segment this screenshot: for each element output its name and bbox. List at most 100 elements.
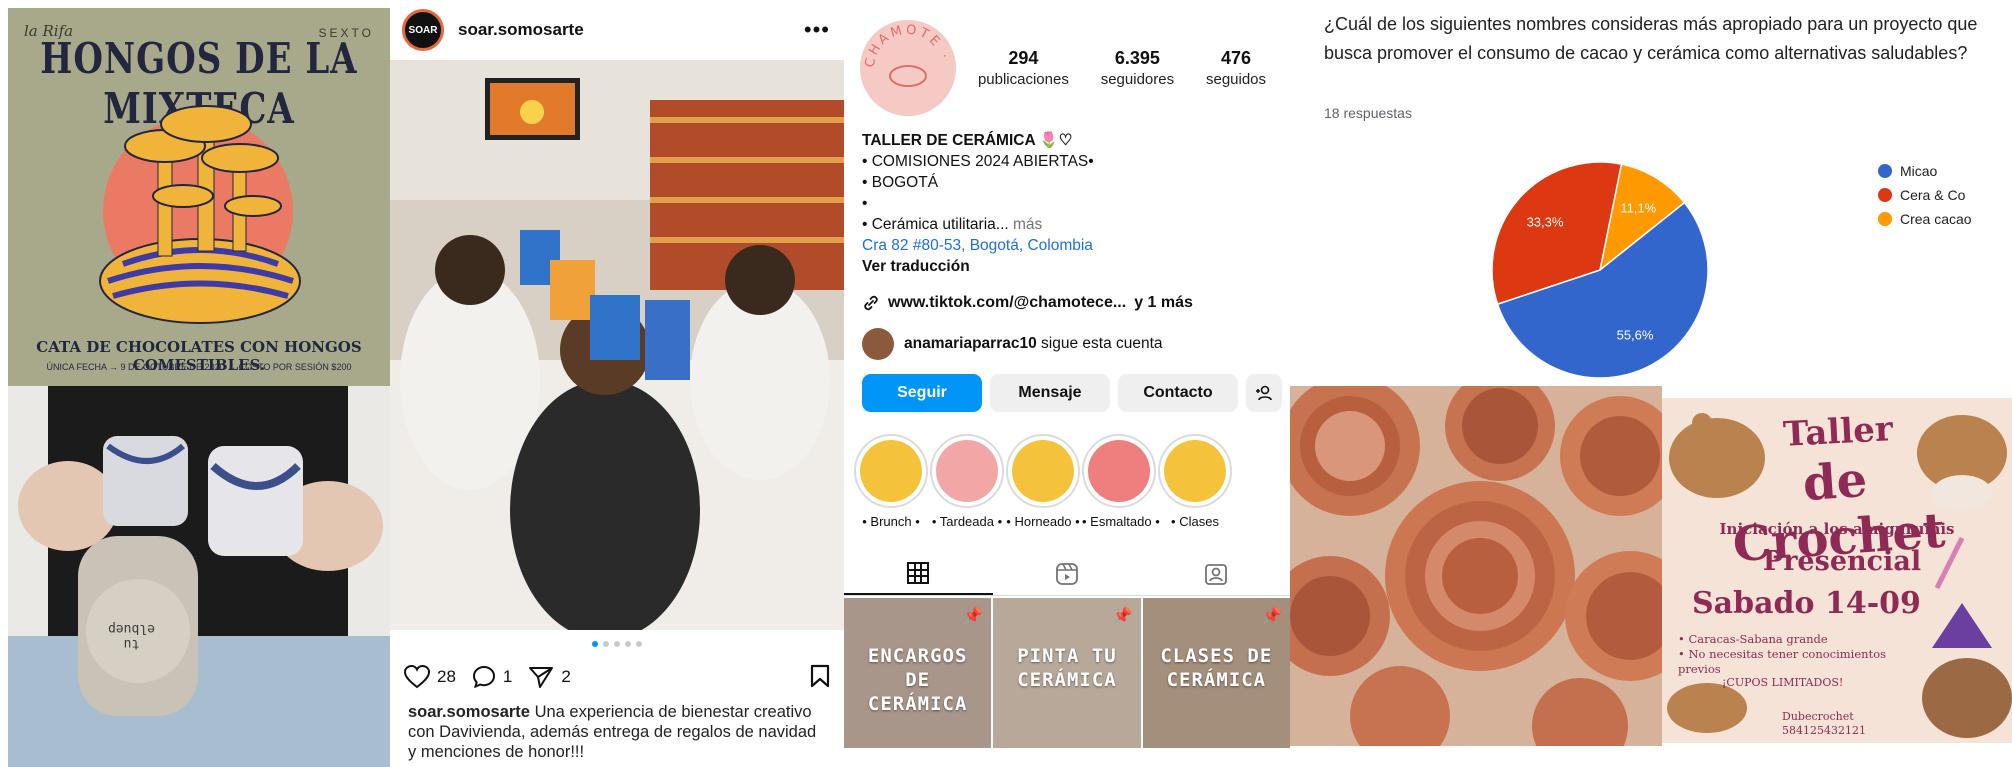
contact-button[interactable]: Contacto	[1118, 374, 1238, 412]
legend-label: Cera & Co	[1900, 187, 1966, 203]
tagged-icon	[1204, 563, 1227, 585]
legend-swatch	[1878, 212, 1892, 226]
instagram-post: SOAR soar.somosarte ••• 28 1 2 soar.somo…	[390, 0, 844, 767]
carousel-dots	[390, 641, 844, 647]
follow-button[interactable]: Seguir	[862, 374, 982, 412]
legend-swatch	[1878, 188, 1892, 202]
follower-avatar	[862, 328, 894, 360]
instagram-profile: CHAMOTE · CERÁMICA 294publicaciones 6.39…	[844, 0, 1290, 767]
post-photo[interactable]	[390, 60, 844, 630]
external-link[interactable]: www.tiktok.com/@chamotece... y 1 más	[862, 294, 1193, 312]
reels-icon	[1056, 562, 1078, 585]
bio-line: • BOGOTÁ	[862, 174, 939, 191]
stat-posts[interactable]: 294 publicaciones	[978, 48, 1069, 88]
pie-data-label: 11,1%	[1620, 200, 1656, 215]
ceramic-mugs-photo: tu elbuep	[8, 386, 390, 767]
poster-details: ÚNICA FECHA → 9 DE OCTUBRE DE 2020 → COS…	[46, 362, 352, 372]
comment-button[interactable]: 1	[472, 665, 512, 689]
bio-line: •	[862, 195, 868, 212]
profile-buttons: Seguir Mensaje Contacto	[862, 374, 1282, 412]
highlight-clases[interactable]: • Clases	[1158, 434, 1232, 529]
avatar[interactable]: SOAR	[402, 9, 444, 51]
post-username[interactable]: soar.somosarte	[458, 20, 584, 40]
list-item: Caracas-Sabana grande	[1678, 632, 1908, 647]
grid-post[interactable]: 📌 PINTA TU CERÁMICA	[993, 598, 1141, 748]
survey-results: ¿Cuál de los siguientes nombres consider…	[1290, 0, 2012, 386]
location-link[interactable]: Cra 82 #80-53, Bogotá, Colombia	[862, 235, 1282, 256]
comment-icon	[472, 665, 495, 689]
pin-icon: 📌	[963, 608, 984, 625]
hongos-poster: la Rifa SEXTO HONGOS DE LA MIXTECA CATA …	[8, 8, 390, 386]
survey-response-count: 18 respuestas	[1324, 105, 1412, 121]
more-dots-icon[interactable]: •••	[804, 17, 830, 43]
post-header: SOAR soar.somosarte •••	[402, 8, 832, 52]
profile-bio: TALLER DE CERÁMICA 🌷♡ • COMISIONES 2024 …	[862, 130, 1282, 277]
list-item: No necesitas tener conocimientos previos	[1678, 647, 1908, 677]
comments-count: 1	[502, 667, 513, 686]
post-caption: soar.somosarte Una experiencia de bienes…	[408, 702, 828, 762]
suggest-button[interactable]	[1246, 374, 1282, 412]
pin-icon: 📌	[1262, 608, 1282, 625]
stat-following[interactable]: 476 seguidos	[1206, 48, 1266, 88]
link-more[interactable]: y 1 más	[1134, 294, 1193, 312]
highlight-horneado[interactable]: • Horneado •	[1006, 434, 1080, 529]
grid-icon	[907, 561, 930, 584]
legend-swatch	[1878, 164, 1892, 178]
pie-data-label: 33,3%	[1527, 214, 1564, 229]
bookmark-icon	[810, 664, 830, 688]
follower-username: anamariaparrac10	[904, 335, 1037, 352]
grid-post[interactable]: 📌 ENCARGOS DE CERÁMICA	[844, 598, 992, 748]
clay-pots-illustration	[1290, 386, 1662, 746]
highlight-tardeada[interactable]: • Tardeada •	[930, 434, 1004, 529]
profile-name: TALLER DE CERÁMICA 🌷♡	[862, 132, 1073, 149]
highlight-brunch[interactable]: • Brunch •	[854, 434, 928, 529]
pie-data-label: 55,6%	[1617, 328, 1654, 343]
mushroom-cacao-illustration	[99, 105, 301, 324]
crochet-poster: Taller de Crochet Iniciación a los amigu…	[1662, 398, 2012, 743]
share-button[interactable]: 2	[528, 665, 571, 689]
bio-line: • COMISIONES 2024 ABIERTAS•	[862, 153, 1094, 170]
tab-reels[interactable]	[993, 552, 1142, 595]
tab-posts[interactable]	[844, 552, 993, 595]
painting-class-scene	[390, 60, 844, 630]
shares-count: 2	[561, 667, 571, 686]
like-button[interactable]: 28	[404, 665, 456, 689]
mug-stamp-text: tu elbuep	[108, 621, 155, 651]
legend-item: Crea cacao	[1878, 211, 1972, 227]
add-person-icon	[1256, 385, 1272, 401]
highlight-esmaltado[interactable]: • Esmaltado •	[1082, 434, 1160, 529]
clay-pots-photo	[1290, 386, 1662, 746]
stat-followers[interactable]: 6.395 seguidores	[1101, 48, 1174, 88]
crochet-bullets: Caracas-Sabana grande No necesitas tener…	[1678, 632, 1908, 677]
profile-stats: 294 publicaciones 6.395 seguidores 476 segu…	[962, 48, 1282, 88]
tab-tagged[interactable]	[1141, 552, 1290, 595]
pin-icon: 📌	[1112, 608, 1133, 625]
mugs-illustration	[8, 386, 390, 767]
profile-avatar[interactable]: CHAMOTE · CERÁMICA	[853, 8, 956, 116]
post-actions: 28 1 2	[404, 660, 830, 694]
instagram-handle: Dubecrochet	[1782, 710, 1854, 723]
heart-icon	[404, 665, 430, 689]
pie-chart: 11,1% 55,6% 33,3%	[1491, 161, 1709, 379]
legend-item: Cera & Co	[1878, 187, 1972, 203]
profile-tabs	[844, 552, 1290, 596]
crochet-subtitle: Iniciación a los amigurumis	[1719, 520, 1955, 538]
save-button[interactable]	[810, 664, 830, 693]
bio-more-link[interactable]: más	[1013, 216, 1042, 233]
caption-username[interactable]: soar.somosarte	[408, 703, 530, 721]
legend-item: Micao	[1878, 163, 1972, 179]
grid-post[interactable]: 📌 CLASES DE CERÁMICA	[1142, 598, 1290, 748]
chart-legend: Micao Cera & Co Crea cacao	[1878, 163, 1972, 235]
svg-text:CHAMOTE · CERÁMICA: CHAMOTE · CERÁMICA	[860, 20, 953, 69]
chamote-logo-icon: CHAMOTE · CERÁMICA	[853, 8, 953, 87]
followed-by[interactable]: anamariaparrac10 sigue esta cuenta	[862, 328, 1163, 360]
crochet-cupos: ¡CUPOS LIMITADOS!	[1722, 676, 1844, 689]
survey-question: ¿Cuál de los siguientes nombres consider…	[1324, 14, 1978, 63]
link-icon	[864, 295, 878, 311]
legend-label: Crea cacao	[1900, 211, 1972, 227]
profile-grid: 📌 ENCARGOS DE CERÁMICA 📌 PINTA TU CERÁMICA…	[844, 598, 1290, 748]
legend-label: Micao	[1900, 163, 1938, 179]
send-icon	[529, 667, 554, 688]
translate-link[interactable]: Ver traducción	[862, 256, 1282, 277]
message-button[interactable]: Mensaje	[990, 374, 1110, 412]
